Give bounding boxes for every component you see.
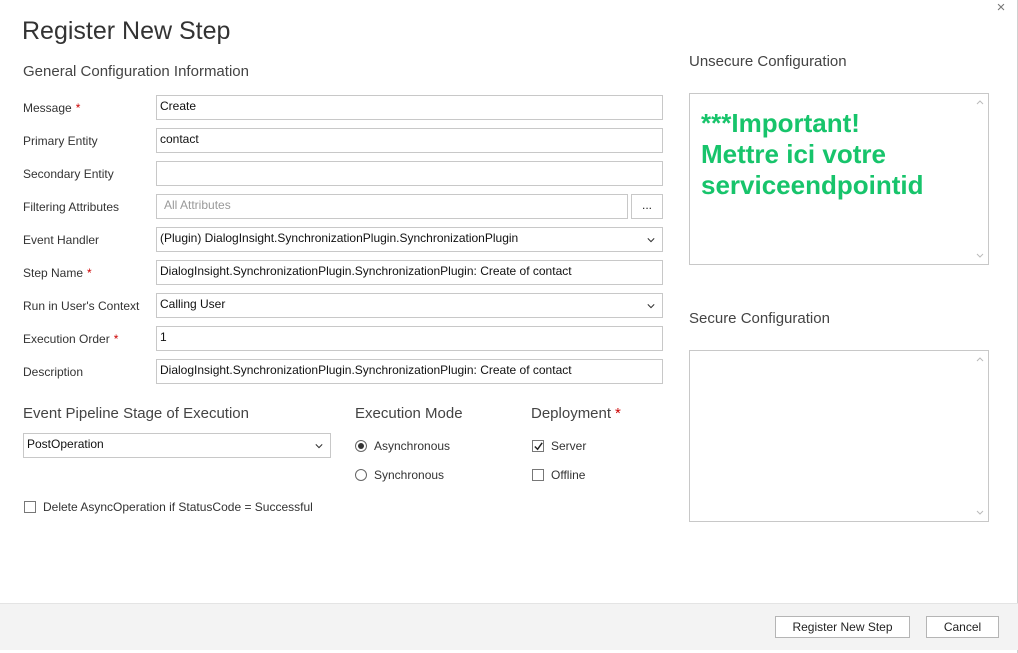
- step-name-field[interactable]: DialogInsight.SynchronizationPlugin.Sync…: [156, 260, 663, 285]
- filtering-attributes-field[interactable]: All Attributes: [156, 194, 628, 219]
- cancel-button[interactable]: Cancel: [926, 616, 999, 638]
- radio-synchronous-label: Synchronous: [374, 468, 445, 482]
- checkmark-icon: [532, 440, 544, 452]
- primary-entity-label: Primary Entity: [23, 134, 98, 148]
- dialog-footer: Register New Step Cancel: [0, 603, 1018, 650]
- checkbox-offline-label: Offline: [551, 468, 586, 482]
- deployment-title: Deployment *: [531, 405, 621, 422]
- filtering-attributes-browse-button[interactable]: ...: [631, 194, 663, 219]
- scroll-down-icon[interactable]: [975, 252, 985, 260]
- dialog-title: Register New Step: [22, 17, 231, 45]
- radio-selected-icon: [355, 440, 367, 452]
- execution-mode-title: Execution Mode: [355, 405, 463, 422]
- unsecure-config-text: ***Important! Mettre ici votre serviceen…: [701, 108, 924, 200]
- checkbox-server[interactable]: Server: [532, 438, 586, 454]
- run-context-label: Run in User's Context: [23, 299, 140, 313]
- radio-synchronous[interactable]: Synchronous: [355, 467, 444, 483]
- secure-config-label: Secure Configuration: [689, 310, 830, 327]
- close-icon[interactable]: ×: [993, 0, 1009, 16]
- scroll-up-icon[interactable]: [975, 98, 985, 106]
- checkbox-empty-icon: [532, 469, 544, 481]
- checkbox-delete-async[interactable]: Delete AsyncOperation if StatusCode = Su…: [24, 499, 313, 515]
- description-label: Description: [23, 365, 84, 379]
- checkbox-delete-async-label: Delete AsyncOperation if StatusCode = Su…: [43, 500, 313, 514]
- secure-config-textarea[interactable]: [689, 350, 989, 522]
- pipeline-stage-title: Event Pipeline Stage of Execution: [23, 405, 249, 422]
- scroll-down-icon[interactable]: [975, 509, 985, 517]
- chevron-down-icon: [647, 304, 655, 309]
- run-context-value: Calling User: [160, 297, 226, 311]
- event-handler-value: (Plugin) DialogInsight.SynchronizationPl…: [160, 231, 519, 245]
- step-name-label: Step Name *: [23, 266, 92, 280]
- message-label: Message *: [23, 101, 81, 115]
- chevron-down-icon: [315, 444, 323, 449]
- description-field[interactable]: DialogInsight.SynchronizationPlugin.Sync…: [156, 359, 663, 384]
- register-step-dialog: × Register New Step General Configuratio…: [0, 0, 1018, 653]
- radio-asynchronous[interactable]: Asynchronous: [355, 438, 450, 454]
- primary-entity-field[interactable]: contact: [156, 128, 663, 153]
- unsecure-config-textarea[interactable]: ***Important! Mettre ici votre serviceen…: [689, 93, 989, 265]
- pipeline-stage-select[interactable]: PostOperation: [23, 433, 331, 458]
- checkbox-server-label: Server: [551, 439, 587, 453]
- chevron-down-icon: [647, 238, 655, 243]
- execution-order-field[interactable]: 1: [156, 326, 663, 351]
- scroll-up-icon[interactable]: [975, 355, 985, 363]
- radio-asynchronous-label: Asynchronous: [374, 439, 451, 453]
- unsecure-config-label: Unsecure Configuration: [689, 53, 847, 70]
- section-title: General Configuration Information: [23, 63, 249, 80]
- execution-order-label: Execution Order *: [23, 332, 119, 346]
- checkbox-offline[interactable]: Offline: [532, 467, 585, 483]
- filtering-attributes-label: Filtering Attributes: [23, 200, 120, 214]
- secondary-entity-field[interactable]: [156, 161, 663, 186]
- register-new-step-button[interactable]: Register New Step: [775, 616, 910, 638]
- event-handler-select[interactable]: (Plugin) DialogInsight.SynchronizationPl…: [156, 227, 663, 252]
- event-handler-label: Event Handler: [23, 233, 100, 247]
- radio-unselected-icon: [355, 469, 367, 481]
- checkbox-empty-icon: [24, 501, 36, 513]
- message-field[interactable]: Create: [156, 95, 663, 120]
- pipeline-stage-value: PostOperation: [27, 437, 104, 451]
- run-context-select[interactable]: Calling User: [156, 293, 663, 318]
- secondary-entity-label: Secondary Entity: [23, 167, 114, 181]
